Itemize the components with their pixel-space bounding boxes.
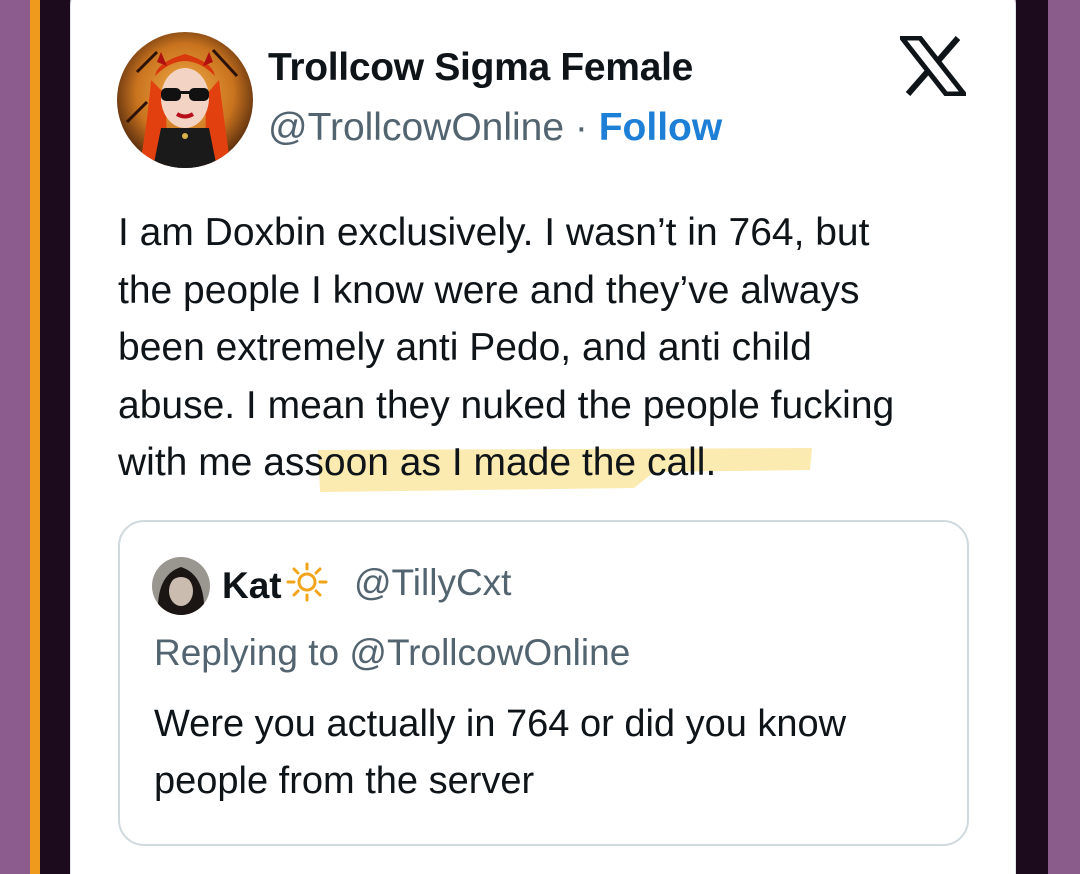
author-handle-line: @TrollcowOnline · Follow <box>268 106 722 150</box>
author-handle[interactable]: @TrollcowOnline <box>268 106 564 149</box>
x-logo-svg <box>896 35 970 97</box>
quoted-author-name-line: Kat <box>222 562 330 611</box>
tweet-text-line: abuse. I mean they nuked the people fuck… <box>118 383 895 427</box>
quoted-author-avatar[interactable] <box>152 557 210 615</box>
author-display-name[interactable]: Trollcow Sigma Female <box>268 46 693 90</box>
tweet-body: I am Doxbin exclusively. I wasn’t in 764… <box>118 204 978 492</box>
quoted-tweet-body: Were you actually in 764 or did you know… <box>154 696 944 810</box>
background-strip-dark-right <box>1016 0 1048 874</box>
author-avatar[interactable] <box>117 32 253 168</box>
tweet-text-prefix: with me as <box>118 441 305 484</box>
sun-emoji-svg <box>286 562 328 602</box>
background-strip-orange <box>30 0 40 874</box>
quoted-author-name[interactable]: Kat <box>222 565 282 606</box>
quoted-text-line: Were you actually in 764 or did you know <box>154 703 847 745</box>
x-logo-icon[interactable] <box>896 35 970 97</box>
background-strip-purple-right <box>1048 0 1080 874</box>
quoted-text-line: people from the server <box>154 760 535 802</box>
profile-photo-icon <box>117 32 253 168</box>
quoted-author-handle[interactable]: @TillyCxt <box>354 562 511 604</box>
background-strip-purple-left <box>0 0 30 874</box>
sun-icon <box>284 562 330 611</box>
tweet-text-line-last: with me as soon as I made the call. <box>118 434 978 492</box>
tweet-text-line: I am Doxbin exclusively. I wasn’t in 764… <box>118 211 870 254</box>
background-strip-dark-left <box>40 0 70 874</box>
quoted-profile-photo-icon <box>152 557 210 615</box>
tweet-text-highlighted: soon as I made the call. <box>304 441 717 484</box>
tweet-text-line: the people I know were and they’ve alway… <box>118 268 860 312</box>
replying-to[interactable]: Replying to @TrollcowOnline <box>154 632 630 674</box>
tweet-text-line: been extremely anti Pedo, and anti child <box>118 326 812 369</box>
handle-separator: · <box>564 106 599 149</box>
follow-button[interactable]: Follow <box>599 106 722 149</box>
